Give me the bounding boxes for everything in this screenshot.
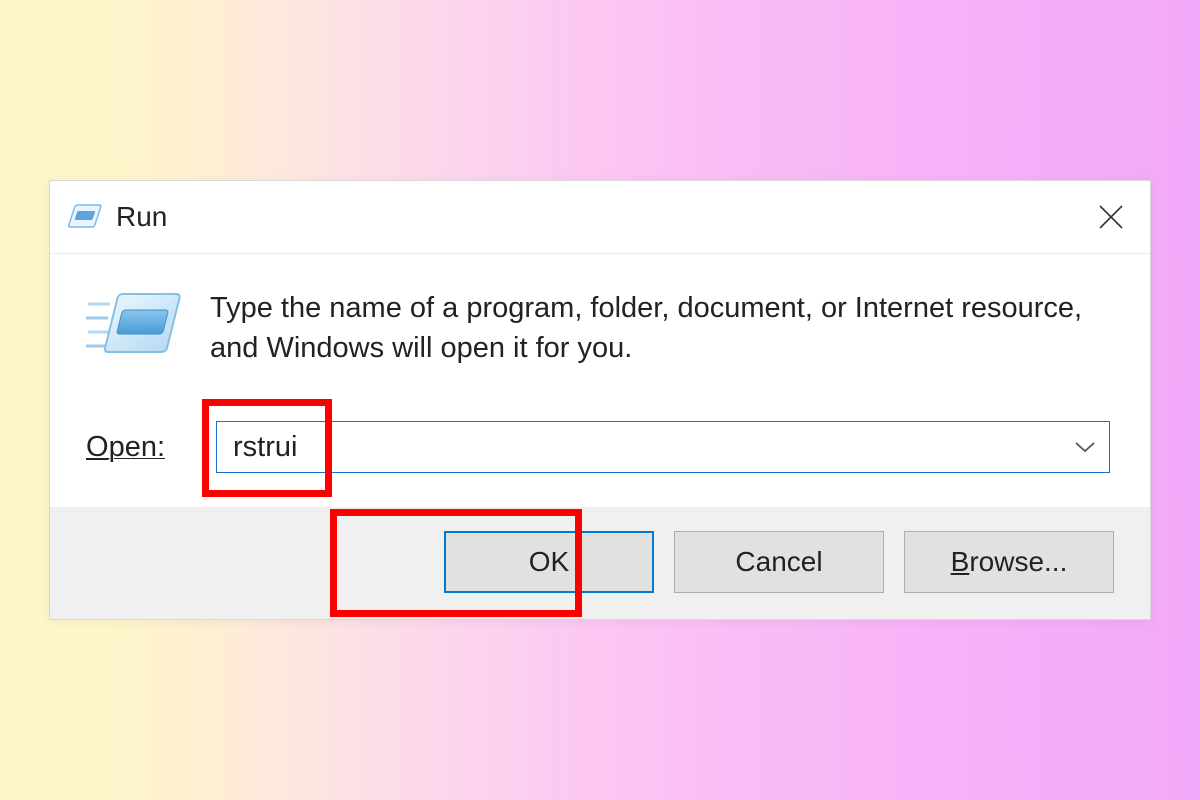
browse-label: Browse... [951, 546, 1068, 578]
dialog-description: Type the name of a program, folder, docu… [210, 288, 1110, 368]
run-dialog: Run [49, 180, 1151, 620]
background: Run [0, 0, 1200, 800]
chevron-down-icon[interactable] [1074, 440, 1096, 454]
run-icon-large [86, 288, 186, 371]
close-icon [1097, 203, 1125, 231]
titlebar: Run [50, 181, 1150, 254]
dialog-title: Run [116, 201, 1086, 233]
cancel-button[interactable]: Cancel [674, 531, 884, 593]
ok-button[interactable]: OK [444, 531, 654, 593]
open-input[interactable] [231, 430, 1059, 465]
open-combobox[interactable] [216, 421, 1110, 473]
ok-label: OK [529, 546, 569, 578]
close-button[interactable] [1086, 192, 1136, 242]
dialog-body: Type the name of a program, folder, docu… [50, 254, 1150, 507]
browse-button[interactable]: Browse... [904, 531, 1114, 593]
cancel-label: Cancel [735, 546, 822, 578]
open-label: Open: [86, 431, 216, 464]
dialog-footer: OK Cancel Browse... [50, 507, 1150, 619]
run-icon-small [68, 203, 104, 231]
